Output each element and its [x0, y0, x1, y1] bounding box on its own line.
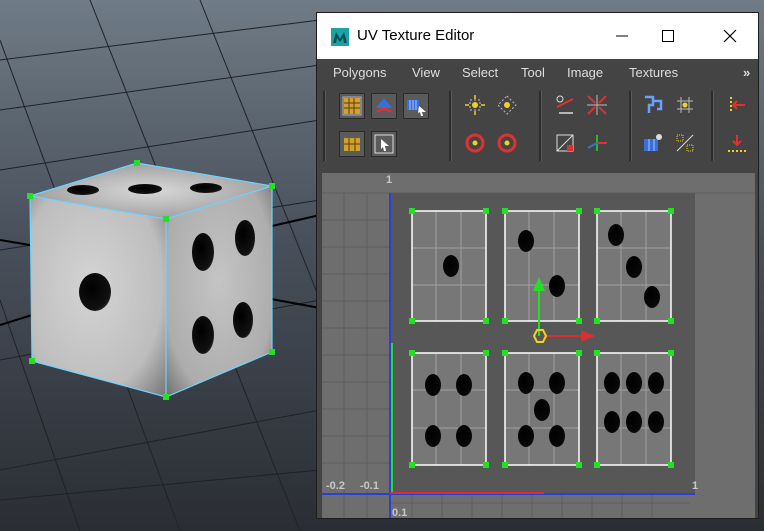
sew-uv-button[interactable]	[585, 93, 611, 119]
menu-overflow[interactable]: »	[743, 65, 750, 80]
layout-button[interactable]	[673, 93, 699, 119]
normalize-button[interactable]	[725, 131, 751, 157]
uv-shell-face-2[interactable]	[504, 210, 580, 322]
toolbar-separator	[539, 91, 542, 161]
toolbar	[317, 87, 758, 169]
align-button[interactable]	[495, 93, 521, 119]
snap-button[interactable]	[463, 93, 489, 119]
close-icon	[723, 29, 737, 43]
toolbar-separator	[449, 91, 452, 161]
grid-sort-button[interactable]	[673, 131, 699, 157]
uv-canvas-svg[interactable]: 1 -0.2 -0.1 1 0.1	[322, 173, 755, 518]
ring-red-button[interactable]	[463, 131, 489, 157]
menu-view[interactable]: View	[412, 65, 440, 80]
flip-icon	[730, 97, 745, 113]
uv-shell-icon	[344, 138, 360, 151]
uv-shell-face-5[interactable]	[504, 352, 580, 466]
diagonal-button[interactable]	[553, 131, 579, 157]
uv-shell-face-4[interactable]	[411, 352, 487, 466]
maximize-button[interactable]	[645, 13, 691, 59]
uv-move-icon	[644, 134, 662, 151]
uv-grid-button[interactable]	[339, 93, 365, 119]
maya-logo-icon	[331, 28, 349, 46]
uv-grid-icon	[342, 96, 362, 116]
menu-select[interactable]: Select	[462, 65, 498, 80]
uv-editor-canvas[interactable]: 1 -0.2 -0.1 1 0.1	[322, 173, 755, 518]
uv-left-label-neg01: -0.1	[360, 480, 379, 492]
uv-shell-face-1[interactable]	[411, 210, 487, 322]
minimize-icon	[616, 35, 628, 37]
menu-polygons[interactable]: Polygons	[333, 65, 386, 80]
rotate-uv-icon	[376, 98, 392, 113]
sew-uv-icon	[587, 95, 607, 115]
uv-shell-face-3[interactable]	[596, 210, 672, 322]
window-title: UV Texture Editor	[357, 27, 475, 44]
diagonal-icon	[556, 134, 574, 152]
title-bar[interactable]: UV Texture Editor	[317, 13, 758, 59]
unfold-icon	[645, 95, 663, 113]
cut-uv-button[interactable]	[553, 93, 579, 119]
normalize-icon	[728, 135, 746, 152]
rotate-uv-button[interactable]	[371, 93, 397, 119]
axis-button[interactable]	[585, 131, 611, 157]
uv-shell-button[interactable]	[339, 131, 365, 157]
ring-red-icon	[465, 133, 485, 153]
flip-button[interactable]	[725, 93, 751, 119]
uv-right-label: 1	[692, 480, 698, 492]
minimize-button[interactable]	[599, 13, 645, 59]
uv-shell-face-6[interactable]	[596, 352, 672, 466]
menu-image[interactable]: Image	[567, 65, 603, 80]
move-uv-icon	[407, 100, 426, 116]
uv-left-label-neg02: -0.2	[326, 480, 345, 492]
uv-bottom-label: 0.1	[392, 507, 407, 518]
select-icon	[374, 134, 394, 154]
unfold-button[interactable]	[641, 93, 667, 119]
menu-bar: Polygons View Select Tool Image Textures…	[317, 59, 758, 87]
toolbar-separator	[711, 91, 714, 161]
toolbar-separator	[629, 91, 632, 161]
cut-uv-icon	[556, 95, 574, 114]
axis-icon	[587, 135, 607, 151]
uv-texture-editor-window[interactable]: UV Texture Editor Polygons View Select T…	[316, 12, 759, 519]
ring-red-2-icon	[497, 133, 517, 153]
ring-red-2-button[interactable]	[495, 131, 521, 157]
maximize-icon	[662, 30, 674, 42]
grid-sort-icon	[676, 134, 694, 152]
close-button[interactable]	[707, 13, 753, 59]
snap-icon	[465, 95, 485, 115]
toolbar-separator	[323, 91, 326, 161]
align-icon	[497, 95, 517, 115]
layout-icon	[677, 97, 693, 113]
dice[interactable]	[27, 160, 275, 400]
menu-textures[interactable]: Textures	[629, 65, 678, 80]
select-button[interactable]	[371, 131, 397, 157]
menu-tool[interactable]: Tool	[521, 65, 545, 80]
uv-move-button[interactable]	[641, 131, 667, 157]
move-uv-button[interactable]	[403, 93, 429, 119]
uv-top-label: 1	[386, 174, 392, 186]
